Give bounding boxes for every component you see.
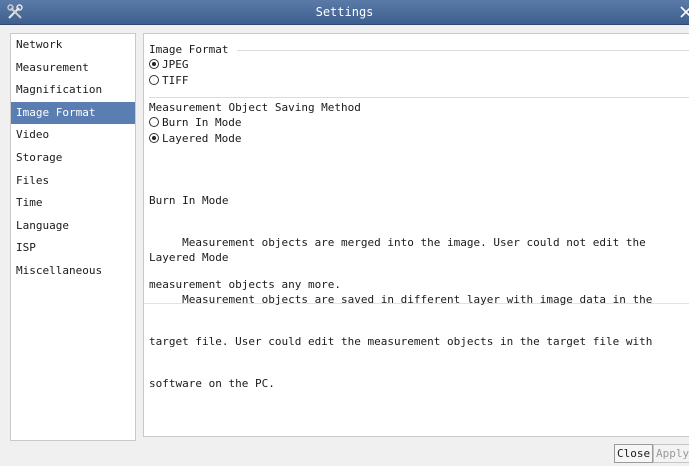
layered-text-line: target file. User could edit the measure…	[149, 335, 653, 348]
sidebar-item-isp[interactable]: ISP	[11, 237, 135, 260]
sidebar-item-measurement[interactable]: Measurement	[11, 57, 135, 80]
sidebar-item-miscellaneous[interactable]: Miscellaneous	[11, 260, 135, 283]
sidebar-item-magnification[interactable]: Magnification	[11, 79, 135, 102]
layered-text-line: software on the PC.	[149, 377, 275, 390]
layered-title: Layered Mode	[149, 251, 229, 264]
tiff-label: TIFF	[162, 73, 189, 87]
radio-checked-icon	[149, 59, 159, 69]
saving-method-header: Measurement Object Saving Method	[149, 101, 361, 114]
sidebar-item-time[interactable]: Time	[11, 192, 135, 215]
title-bar: Settings	[0, 0, 689, 25]
group-divider	[237, 50, 689, 51]
apply-button[interactable]: Apply	[653, 444, 689, 463]
sidebar-item-video[interactable]: Video	[11, 124, 135, 147]
radio-unchecked-icon	[149, 75, 159, 85]
burn-in-title: Burn In Mode	[149, 194, 229, 207]
jpeg-label: JPEG	[162, 57, 189, 71]
layered-text-line: Measurement objects are saved in differe…	[149, 293, 653, 306]
tiff-radio[interactable]: TIFF	[149, 72, 689, 88]
window-title: Settings	[315, 5, 374, 19]
close-icon[interactable]	[675, 2, 689, 22]
radio-unchecked-icon	[149, 117, 159, 127]
close-button[interactable]: Close	[614, 444, 654, 463]
burn-in-mode-label: Burn In Mode	[162, 115, 242, 129]
sidebar-item-image-format[interactable]: Image Format	[11, 101, 135, 125]
layered-description: Layered Mode Measurement objects are sav…	[149, 223, 684, 419]
sidebar-item-storage[interactable]: Storage	[11, 147, 135, 170]
image-format-group: Image Format JPEG TIFF	[149, 43, 689, 88]
sidebar-item-network[interactable]: Network	[11, 34, 135, 57]
group-divider	[149, 97, 689, 98]
jpeg-radio[interactable]: JPEG	[149, 56, 689, 72]
sidebar-item-language[interactable]: Language	[11, 215, 135, 238]
settings-category-list: Network Measurement Magnification Image …	[10, 33, 136, 441]
sidebar-item-files[interactable]: Files	[11, 170, 135, 193]
image-format-panel: Image Format JPEG TIFF Measurement Objec…	[143, 33, 689, 437]
burn-in-mode-radio[interactable]: Burn In Mode	[149, 114, 689, 130]
